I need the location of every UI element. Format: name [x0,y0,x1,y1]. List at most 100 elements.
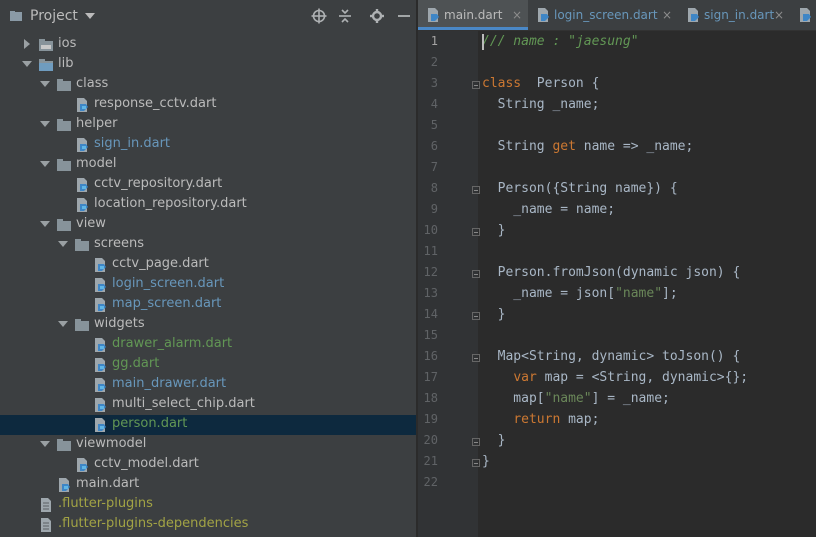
chevron-down-icon[interactable] [58,319,68,329]
tree-file[interactable]: login_screen.dart [0,275,416,295]
tree-item-label: login_screen.dart [112,276,225,291]
fold-marker-icon[interactable] [472,312,480,320]
tree-file[interactable]: drawer_alarm.dart [0,335,416,355]
dart-file-icon [59,478,70,492]
tree-folder[interactable]: screens [0,235,416,255]
dart-file-icon [428,8,439,22]
tree-file[interactable]: sign_in.dart [0,135,416,155]
line-number-gutter: 1 2 3 4 5 6 7 8 9 10 11 12 13 14 15 16 17 18 19 20 21 22 [418,31,480,537]
tree-folder[interactable]: widgets [0,315,416,335]
tree-file[interactable]: gg.dart [0,355,416,375]
fold-marker-icon[interactable] [472,459,480,467]
dart-file-icon [95,398,106,412]
tree-file[interactable]: location_repository.dart [0,195,416,215]
tree-file[interactable]: map_screen.dart [0,295,416,315]
code-line: } [482,433,506,448]
code-line: } [482,454,490,469]
folder-icon [75,319,89,331]
fold-marker-icon[interactable] [472,438,480,446]
line-number: 16 [423,349,438,363]
project-view-selector[interactable]: Project [30,8,78,24]
chevron-down-icon[interactable] [85,13,95,19]
code-line: return map; [513,412,600,427]
line-number: 20 [423,433,438,447]
code-line: } [482,307,506,322]
tree-item-label: class [76,76,109,91]
close-icon[interactable]: × [512,8,522,22]
tree-item-label: view [76,216,106,231]
editor-tab[interactable]: r [790,0,816,30]
chevron-right-icon[interactable] [22,39,32,49]
project-panel-header: Project [0,0,416,32]
tree-file[interactable]: cctv_repository.dart [0,175,416,195]
tree-item-label: person.dart [112,416,188,431]
tree-item-label: helper [76,116,118,131]
close-icon[interactable]: × [774,8,784,22]
tree-item-label: main.dart [76,476,140,491]
tree-file[interactable]: cctv_page.dart [0,255,416,275]
chevron-down-icon[interactable] [40,219,50,229]
tree-folder[interactable]: class [0,75,416,95]
line-number: 8 [430,181,438,195]
line-number: 1 [430,34,438,48]
line-number: 5 [430,118,438,132]
line-number: 12 [423,265,438,279]
line-number: 7 [430,160,438,174]
code-line: Map<String, dynamic> toJson() { [482,349,741,364]
tree-item-label: multi_select_chip.dart [112,396,255,411]
tree-folder[interactable]: lib [0,55,416,75]
tree-folder[interactable]: model [0,155,416,175]
fold-marker-icon[interactable] [472,186,480,194]
tree-folder[interactable]: viewmodel [0,435,416,455]
dart-file-icon [688,8,699,22]
tree-file[interactable]: response_cctv.dart [0,95,416,115]
chevron-down-icon[interactable] [40,119,50,129]
chevron-down-icon[interactable] [22,59,32,69]
dart-file-icon [95,358,106,372]
tree-folder[interactable]: ios [0,35,416,55]
chevron-down-icon[interactable] [40,79,50,89]
folder-icon [75,239,89,251]
chevron-down-icon[interactable] [40,439,50,449]
line-number: 13 [423,286,438,300]
editor-tab-bar: main.dart × login_screen.dart × sign_in.dart… [418,0,816,31]
collapse-all-icon[interactable] [337,8,353,24]
fold-marker-icon[interactable] [472,354,480,362]
chevron-down-icon[interactable] [58,239,68,249]
tree-file[interactable]: person.dart [0,415,416,435]
editor-tab[interactable]: main.dart × [418,0,528,30]
tree-file[interactable]: .flutter-plugins [0,495,416,515]
close-icon[interactable]: × [662,8,672,22]
editor-tab[interactable]: login_screen.dart × [528,0,678,30]
dart-file-icon [95,298,106,312]
tree-item-label: map_screen.dart [112,296,222,311]
folder-icon [57,159,71,171]
code-line: var map = <String, dynamic>{}; [513,370,749,385]
locate-icon[interactable] [311,8,327,24]
fold-marker-icon[interactable] [472,270,480,278]
tree-item-label: model [76,156,117,171]
fold-marker-icon[interactable] [472,81,480,89]
text-file-icon [41,518,51,532]
tree-item-label: response_cctv.dart [94,96,217,111]
line-number: 15 [423,328,438,342]
tree-folder[interactable]: view [0,215,416,235]
line-number: 9 [430,202,438,216]
line-number: 10 [423,223,438,237]
fold-marker-icon[interactable] [472,228,480,236]
tree-folder[interactable]: helper [0,115,416,135]
line-number: 17 [423,370,438,384]
tree-file[interactable]: .flutter-plugins-dependencies [0,515,416,535]
dart-file-icon [95,278,106,292]
tree-file[interactable]: multi_select_chip.dart [0,395,416,415]
line-number: 6 [430,139,438,153]
tab-label: sign_in.dart [704,8,775,22]
gear-icon[interactable] [369,8,385,24]
tree-file[interactable]: cctv_model.dart [0,455,416,475]
editor-tab[interactable]: sign_in.dart × [678,0,790,30]
tree-file[interactable]: main_drawer.dart [0,375,416,395]
tree-file[interactable]: main.dart [0,475,416,495]
chevron-down-icon[interactable] [40,159,50,169]
code-line: /// name : "jaesung" [482,34,639,49]
minimize-icon[interactable] [396,8,412,24]
